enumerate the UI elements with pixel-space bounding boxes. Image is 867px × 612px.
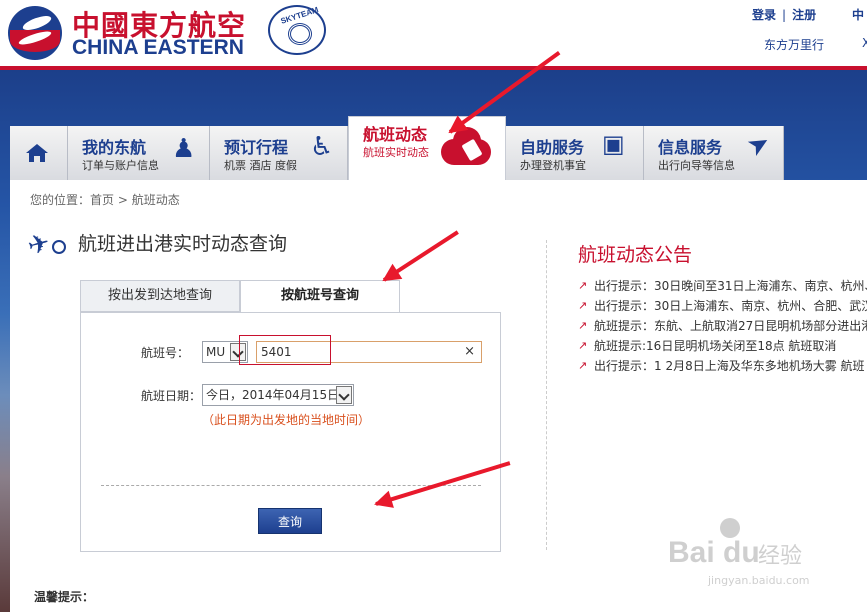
- flight-search-form: 航班号： MU 5401 × 航班日期： 今日，2014年04月15日 （此日期…: [80, 312, 501, 552]
- notice-list: ↗ 出行提示：30日晚间至31日上海浦东、南京、杭州、 ↗ 出行提示：30日上海浦东…: [578, 276, 867, 376]
- chevron-down-icon: [336, 386, 352, 404]
- notice-title: 航班动态公告: [578, 244, 693, 266]
- flight-number-label: 航班号：: [141, 346, 190, 360]
- breadcrumb-separator: >: [117, 193, 128, 207]
- member-links: 东方万里行 X: [764, 36, 867, 53]
- arrow-up-right-icon: ↗: [578, 359, 588, 372]
- account-links: 登录 | 注册 中: [752, 6, 864, 23]
- nav-tab-sub: 订单与账户信息: [82, 159, 159, 172]
- arrow-up-right-icon: ↗: [578, 299, 588, 312]
- watermark-url: jingyan.baidu.com: [708, 574, 810, 587]
- nav-tab-title: 预订行程: [224, 138, 289, 157]
- notice-item[interactable]: ↗ 出行提示：30日上海浦东、南京、杭州、合肥、武汉: [578, 296, 867, 316]
- plane-clock-icon: ✈: [24, 226, 70, 262]
- nav-tab-booking[interactable]: 预订行程 机票 酒店 度假 ♿: [210, 126, 348, 180]
- nav-tab-flight-status[interactable]: 航班动态 航班实时动态: [348, 116, 506, 180]
- arrow-pointer-icon: ➤: [741, 126, 776, 164]
- page-title: 航班进出港实时动态查询: [78, 233, 288, 255]
- notice-item[interactable]: ↗ 航班提示：东航、上航取消27日昆明机场部分进出港: [578, 316, 867, 336]
- annotation-highlight-box: [239, 335, 331, 365]
- flight-date-value: 今日，2014年04月15日: [206, 388, 340, 402]
- nav-tab-sub: 航班实时动态: [363, 146, 429, 159]
- header-divider: [0, 66, 867, 70]
- breadcrumb-home-link[interactable]: 首页: [90, 193, 114, 207]
- clear-icon[interactable]: ×: [464, 342, 475, 362]
- paw-icon: [720, 518, 740, 538]
- flight-date-select[interactable]: 今日，2014年04月15日: [202, 384, 354, 406]
- watermark-jingyan: 经验: [758, 544, 803, 569]
- nav-home[interactable]: [10, 126, 68, 180]
- nav-tab-sub: 机票 酒店 度假: [224, 159, 297, 172]
- home-icon: [26, 144, 48, 162]
- login-link[interactable]: 登录: [752, 8, 776, 22]
- nav-tab-title: 信息服务: [658, 138, 723, 157]
- nav-tab-title: 自助服务: [520, 138, 585, 157]
- monitor-plane-icon: ▣: [602, 130, 625, 158]
- notice-item[interactable]: ↗ 出行提示：30日晚间至31日上海浦东、南京、杭州、: [578, 276, 867, 296]
- nav-tab-title: 航班动态: [363, 125, 428, 144]
- link-separator: |: [782, 8, 787, 22]
- flight-date-label: 航班日期：: [141, 389, 202, 403]
- member-program-link[interactable]: 东方万里行: [764, 38, 824, 52]
- notice-item[interactable]: ↗ 航班提示:16日昆明机场关闭至18点 航班取消: [578, 336, 867, 356]
- nav-tab-title: 我的东航: [82, 138, 147, 157]
- more-link[interactable]: X: [862, 36, 867, 50]
- site-header: 中國東方航空 CHINA EASTERN SKYTEAM 登录 | 注册 中 东方万…: [0, 0, 867, 68]
- brand-name-en: CHINA EASTERN: [72, 36, 244, 59]
- tips-label: 温馨提示：: [34, 590, 95, 604]
- search-tabs: 按出发到达地查询 按航班号查询: [80, 280, 400, 313]
- language-link[interactable]: 中: [852, 6, 864, 23]
- column-divider: [546, 240, 547, 550]
- arrow-up-right-icon: ↗: [578, 319, 588, 332]
- baidu-jingyan-watermark: Bai du 经验 jingyan.baidu.com: [668, 518, 818, 588]
- breadcrumb-current: 航班动态: [131, 193, 180, 207]
- arrow-up-right-icon: ↗: [578, 339, 588, 352]
- nav-tab-sub: 办理登机事宜: [520, 159, 586, 172]
- date-hint: （此日期为出发地的当地时间）: [202, 413, 371, 427]
- register-link[interactable]: 注册: [792, 8, 816, 22]
- notice-item[interactable]: ↗ 出行提示：1 2月8日上海及华东多地机场大雾 航班: [578, 356, 867, 376]
- user-plane-icon: ♟: [172, 134, 196, 164]
- breadcrumb: 您的位置：首页 > 航班动态: [30, 191, 180, 208]
- skyteam-logo-icon: SKYTEAM: [268, 5, 326, 55]
- tab-search-by-route[interactable]: 按出发到达地查询: [80, 280, 240, 312]
- nav-tab-sub: 出行向导等信息: [658, 159, 735, 172]
- china-eastern-logo-icon[interactable]: [8, 6, 62, 60]
- breadcrumb-prefix: 您的位置：: [30, 193, 91, 207]
- form-divider: [101, 485, 481, 486]
- traveler-luggage-icon: ♿: [310, 132, 334, 162]
- nav-tab-info-service[interactable]: 信息服务 出行向导等信息 ➤: [644, 126, 784, 180]
- query-button[interactable]: 查询: [258, 508, 322, 534]
- watermark-brand: Bai du: [668, 536, 760, 569]
- arrow-up-right-icon: ↗: [578, 279, 588, 292]
- tab-search-by-flight-number[interactable]: 按航班号查询: [240, 280, 400, 313]
- airline-code-value: MU: [206, 345, 226, 359]
- nav-tab-my-account[interactable]: 我的东航 订单与账户信息 ♟: [68, 126, 210, 180]
- nav-tab-self-service[interactable]: 自助服务 办理登机事宜 ▣: [506, 126, 644, 180]
